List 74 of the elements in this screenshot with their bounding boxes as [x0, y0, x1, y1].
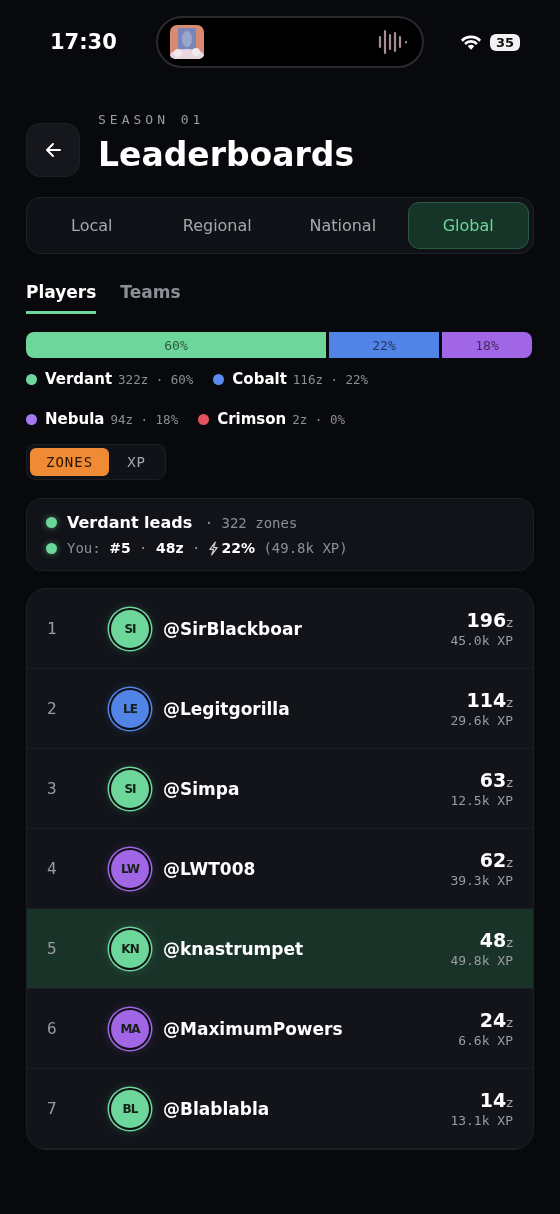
xp-amount: 29.6k XP [450, 713, 513, 728]
rank-number: 1 [47, 619, 58, 638]
xp-amount: 39.3k XP [450, 873, 513, 888]
scope-tab[interactable]: National [282, 202, 404, 249]
player-row[interactable]: 1 SI @SirBlackboar 196z 45.0k XP [27, 589, 533, 669]
xp-amount: 6.6k XP [458, 1033, 513, 1048]
avatar: LW [111, 849, 149, 888]
status-time: 17:30 [50, 30, 118, 54]
team-stats: 94z · 18% [110, 411, 179, 427]
xp-amount: 45.0k XP [450, 633, 513, 648]
zone-count: 114z [466, 689, 513, 711]
share-segment: 60% [26, 332, 326, 358]
team-name: Crimson [217, 410, 287, 428]
player-row[interactable]: 6 MA @MaximumPowers 24z 6.6k XP [27, 989, 533, 1069]
zone-count: 63z [479, 769, 513, 791]
share-segment: 22% [329, 332, 439, 358]
xp-amount: 49.8k XP [450, 953, 513, 968]
waveform-icon [377, 29, 408, 55]
team-name: Verdant [45, 370, 113, 388]
zone-count: 14z [479, 1089, 513, 1111]
player-handle: @Legitgorilla [163, 698, 291, 719]
avatar: MA [111, 1009, 149, 1048]
team-stats: 2z · 0% [292, 411, 345, 427]
battery-indicator: 35 [489, 33, 520, 51]
xp-amount: 13.1k XP [450, 1113, 513, 1128]
avatar: SI [111, 609, 149, 648]
status-dot [46, 517, 57, 528]
avatar: BL [111, 1089, 149, 1128]
avatar: SI [111, 769, 149, 808]
rank-number: 7 [47, 1099, 58, 1118]
boost-text: 22% (49.8k XP) [221, 540, 348, 556]
avatar: KN [111, 929, 149, 968]
rank-number: 4 [47, 859, 58, 878]
season-label: SEASON 01 [98, 112, 206, 127]
player-row[interactable]: 2 LE @Legitgorilla 114z 29.6k XP [27, 669, 533, 749]
scope-tab[interactable]: Regional [156, 202, 278, 249]
bolt-icon [208, 540, 220, 556]
player-handle: @knastrumpet [163, 938, 305, 959]
xp-amount: 12.5k XP [450, 793, 513, 808]
team-stats: 116z · 22% [292, 371, 369, 387]
back-arrow-icon [43, 140, 63, 160]
player-handle: @MaximumPowers [163, 1018, 344, 1039]
team-name: Cobalt [232, 370, 287, 388]
page-title: Leaderboards [98, 134, 355, 176]
team-stats: 322z · 60% [118, 371, 194, 387]
back-button[interactable] [26, 123, 80, 177]
player-row[interactable]: 3 SI @Simpa 63z 12.5k XP [27, 749, 533, 829]
zone-count: 196z [466, 609, 513, 631]
view-tab[interactable]: Players [26, 280, 97, 314]
player-handle: @LWT008 [163, 858, 257, 879]
team-name: Nebula [45, 410, 105, 428]
zone-count: 24z [479, 1009, 513, 1031]
rank-number: 2 [47, 699, 58, 718]
metric-option[interactable]: ZONES [30, 448, 110, 476]
rank-number: 6 [47, 1019, 58, 1038]
zone-count: 48z [479, 929, 513, 951]
your-rank-text: You: #5 · 48z · [67, 540, 201, 556]
player-row[interactable]: 5 KN @knastrumpet 48z 49.8k XP [27, 909, 533, 989]
scope-tab[interactable]: Global [407, 202, 529, 249]
player-row[interactable]: 7 BL @Blablabla 14z 13.1k XP [27, 1069, 533, 1149]
wifi-icon [459, 33, 482, 51]
scope-tab[interactable]: Local [31, 202, 153, 249]
rank-number: 5 [47, 939, 58, 958]
leader-text: Verdant leads · 322 zones [67, 513, 298, 532]
view-tab[interactable]: Teams [120, 280, 181, 314]
rank-number: 3 [47, 779, 58, 798]
player-handle: @Blablabla [163, 1098, 271, 1119]
share-segment: 18% [442, 332, 532, 358]
zone-count: 62z [479, 849, 513, 871]
avatar: LE [111, 689, 149, 728]
player-handle: @SirBlackboar [163, 618, 303, 639]
status-dot [46, 542, 57, 554]
player-handle: @Simpa [163, 778, 241, 799]
metric-option[interactable]: XP [111, 448, 162, 476]
